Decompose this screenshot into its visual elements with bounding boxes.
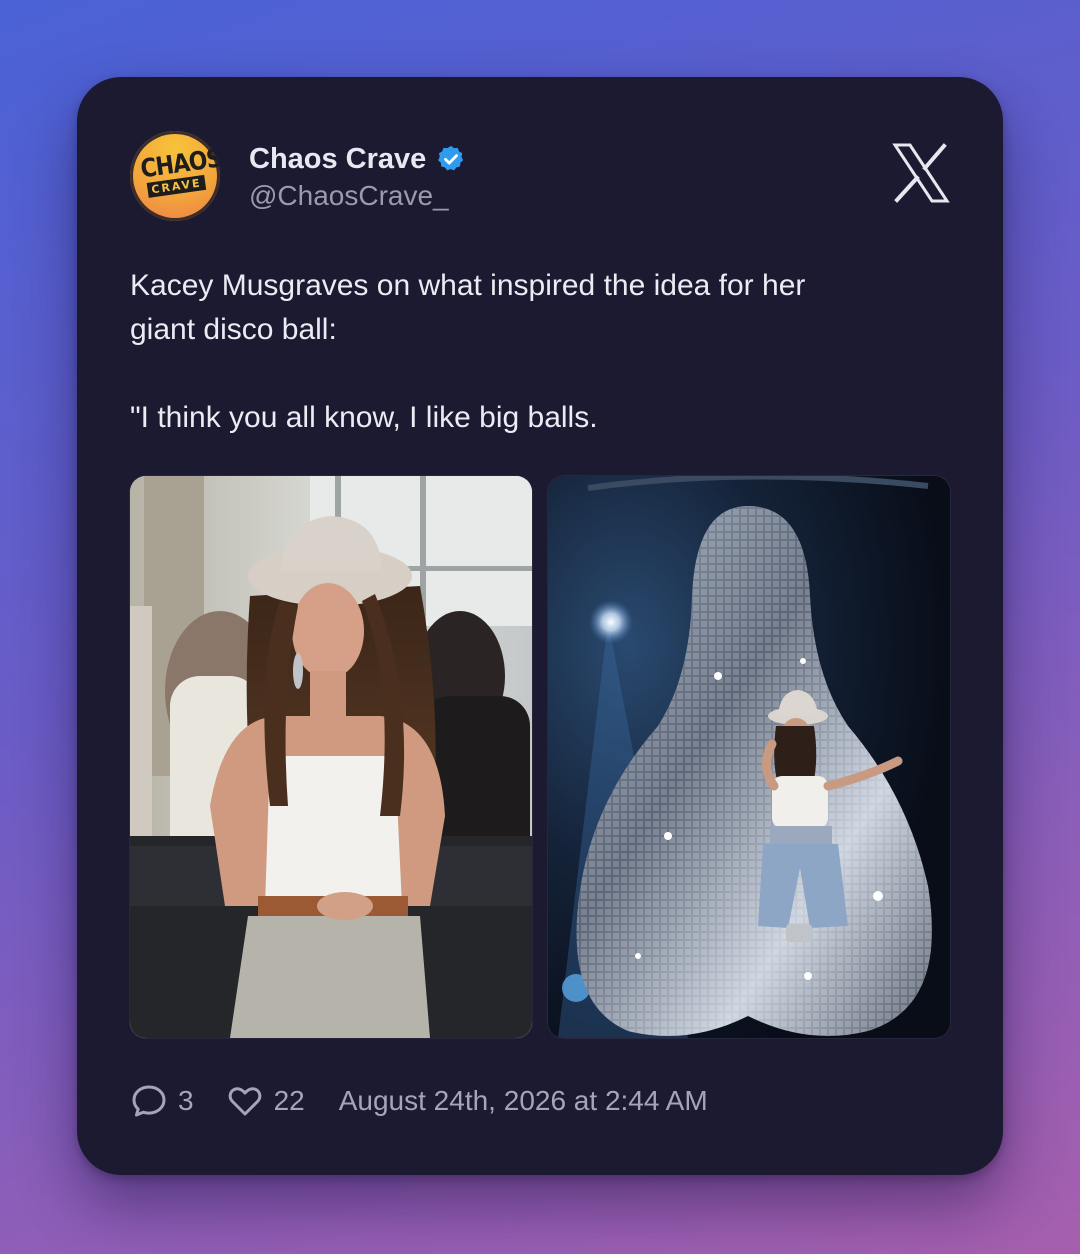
reply-count: 3 <box>178 1085 194 1116</box>
post-header: CHAOS CRAVE Chaos Crave @ChaosCrave_ <box>130 131 950 221</box>
post-text: Kacey Musgraves on what inspired the ide… <box>130 269 806 434</box>
post-card: CHAOS CRAVE Chaos Crave @ChaosCrave_ Kac… <box>77 77 1003 1175</box>
x-logo-icon[interactable] <box>892 143 950 203</box>
post-media <box>130 476 950 1038</box>
reply-bubble-icon <box>132 1085 166 1117</box>
chaos-crave-logo: CHAOS CRAVE <box>139 145 220 202</box>
verified-badge-icon <box>438 145 464 171</box>
disco-ball-stage-photo[interactable] <box>548 476 950 1038</box>
reply-stat[interactable]: 3 <box>130 1082 194 1120</box>
display-name[interactable]: Chaos Crave <box>249 143 426 176</box>
post-timestamp[interactable]: August 24th, 2026 at 2:44 AM <box>339 1085 708 1117</box>
like-count: 22 <box>273 1085 305 1116</box>
user-handle[interactable]: @ChaosCrave_ <box>249 180 466 212</box>
woman-in-cowboy-hat-photo[interactable] <box>130 476 532 1038</box>
user-info: Chaos Crave @ChaosCrave_ <box>249 141 466 212</box>
post-footer: 3 22 August 24th, 2026 at 2:44 AM <box>130 1083 708 1119</box>
avatar[interactable]: CHAOS CRAVE <box>130 131 220 221</box>
name-row: Chaos Crave <box>249 141 466 177</box>
like-stat[interactable]: 22 <box>226 1082 305 1120</box>
heart-icon <box>228 1087 261 1116</box>
